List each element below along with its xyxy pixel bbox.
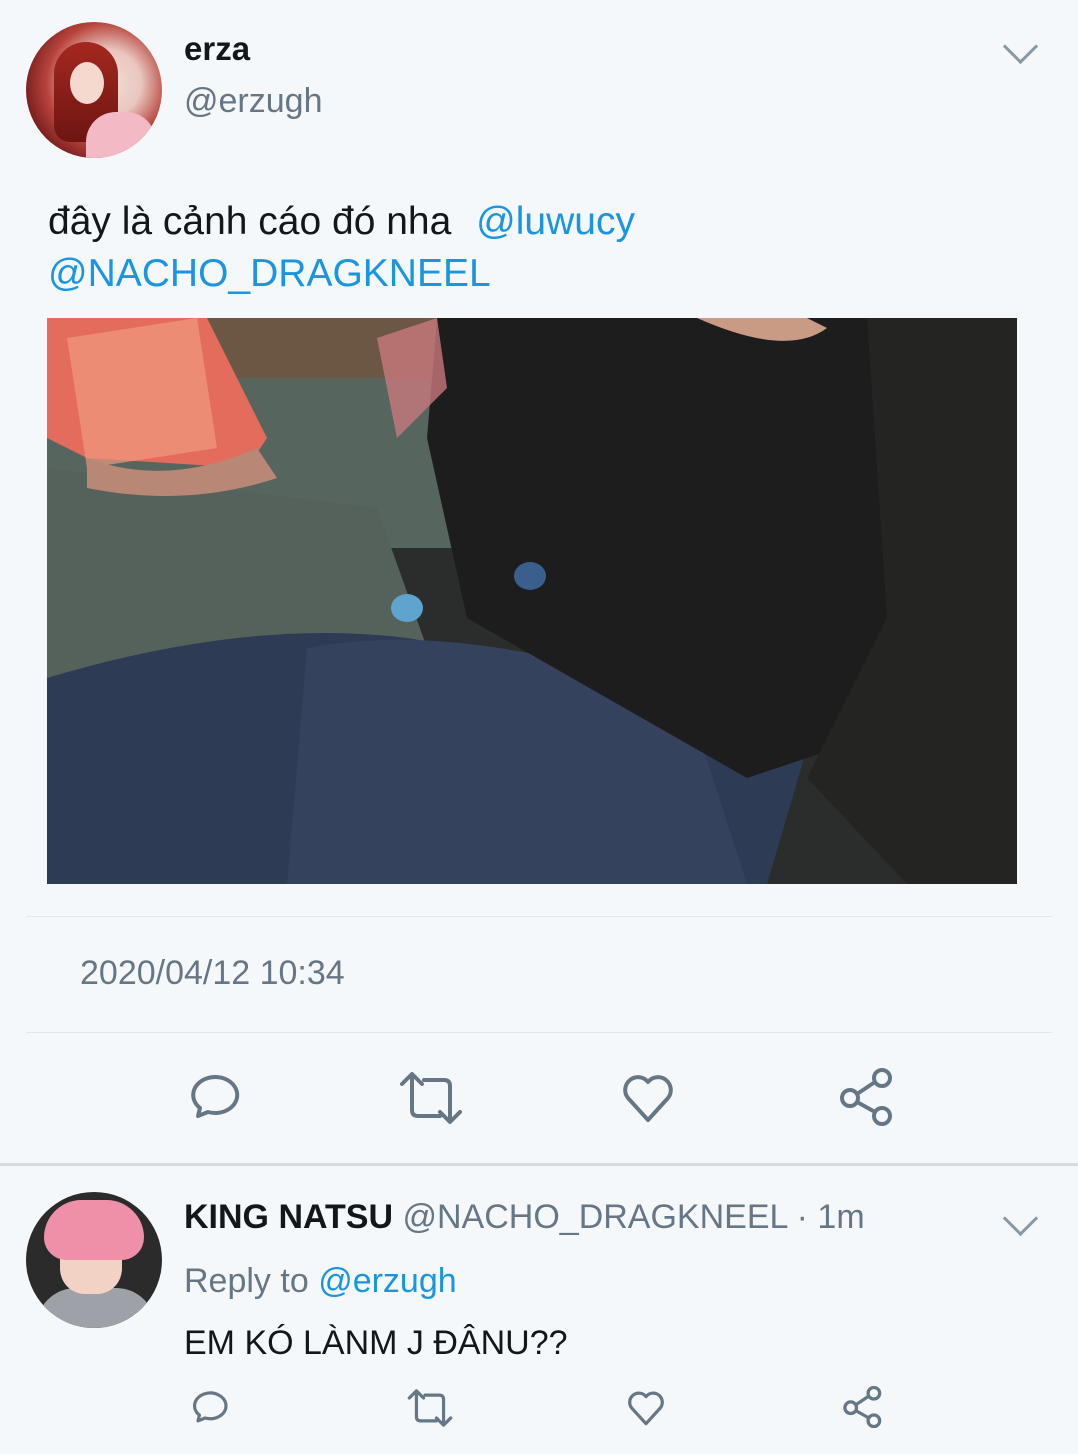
reply-author-avatar[interactable]	[26, 1192, 162, 1328]
share-icon[interactable]	[838, 1068, 896, 1131]
mention-link[interactable]: @NACHO_DRAGKNEEL	[48, 252, 491, 295]
tweet-text: đây là cảnh cáo đó nha @luwucy @NACHO_DR…	[48, 196, 728, 300]
tweet-timestamp: 2020/04/12 10:34	[80, 954, 345, 992]
share-icon[interactable]	[842, 1385, 884, 1433]
retweet-icon[interactable]	[398, 1070, 464, 1131]
reply-header: KING NATSU @NACHO_DRAGKNEEL · 1m	[184, 1198, 865, 1237]
divider	[26, 1032, 1052, 1033]
reply-to-label: Reply to	[184, 1262, 309, 1300]
meta-separator: ·	[796, 1198, 808, 1236]
like-icon[interactable]	[620, 1070, 676, 1131]
like-icon[interactable]	[626, 1388, 666, 1433]
avatar-face	[70, 62, 104, 104]
reply-tweet[interactable]: KING NATSU @NACHO_DRAGKNEEL · 1m Reply t…	[0, 1166, 1078, 1454]
tweet-body: đây là cảnh cáo đó nha	[48, 200, 452, 243]
reply-to-handle[interactable]: @erzugh	[318, 1262, 456, 1300]
main-tweet: erza @erzugh đây là cảnh cáo đó nha @luw…	[0, 0, 1078, 1163]
reply-time[interactable]: 1m	[817, 1198, 864, 1236]
mention-link[interactable]: @luwucy	[476, 200, 635, 243]
reply-text: EM KÓ LÀNM J ĐÂNU??	[184, 1324, 568, 1362]
author-avatar[interactable]	[26, 22, 162, 158]
author-handle[interactable]: @erzugh	[184, 82, 322, 121]
chevron-down-icon[interactable]	[1002, 28, 1039, 65]
tweet-photo[interactable]	[47, 318, 1017, 884]
reply-icon[interactable]	[188, 1388, 228, 1433]
reply-to-line: Reply to @erzugh	[184, 1262, 457, 1301]
reply-icon[interactable]	[184, 1070, 240, 1131]
reply-author-name[interactable]: KING NATSU	[184, 1198, 393, 1236]
avatar-hoodie	[36, 1288, 156, 1328]
reply-author-handle[interactable]: @NACHO_DRAGKNEEL	[402, 1198, 787, 1236]
author-name[interactable]: erza	[184, 30, 250, 68]
divider	[26, 916, 1052, 917]
retweet-icon[interactable]	[406, 1388, 454, 1433]
photo-content	[47, 318, 1017, 884]
avatar-shirt	[86, 112, 156, 158]
chevron-down-icon[interactable]	[1002, 1200, 1039, 1237]
avatar-hair	[44, 1200, 144, 1260]
